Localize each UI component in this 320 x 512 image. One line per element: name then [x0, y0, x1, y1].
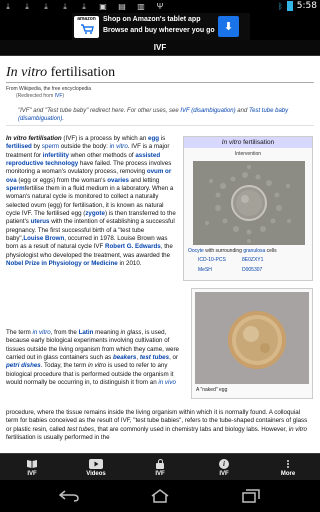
mesh-label-link[interactable]: MeSH [198, 267, 228, 273]
ad-headline: Shop on Amazon's tablet app [103, 16, 201, 23]
link-zygote[interactable]: zygote [85, 210, 105, 217]
link-test-tubes[interactable]: test tubes [140, 354, 169, 361]
back-button[interactable] [58, 488, 80, 504]
article-heading-rest: fertilisation [47, 65, 116, 80]
link-nobel-prize[interactable]: Nobel Prize in Physiology or Medicine [6, 260, 118, 267]
download-icon: ⤓ [82, 2, 86, 11]
sim-icon: ▤ [118, 2, 126, 11]
book-icon [26, 458, 38, 470]
back-icon [59, 490, 79, 502]
hatnote: "IVF" and "Test tube baby" redirect here… [18, 108, 289, 122]
naked-egg-image[interactable] [195, 292, 309, 384]
etymology-paragraph: The term in vitro, from the Latin meanin… [6, 329, 179, 387]
amazon-app-logo: amazon [74, 16, 99, 38]
infobox-table: ICD-10-PCS 8E0ZXY1 MeSH D005307 [198, 257, 263, 277]
naked-egg-illustration [195, 292, 309, 384]
nav-ivf-locked[interactable]: IVF [128, 454, 192, 480]
title-bar: IVF [0, 40, 320, 56]
clock: 5:58 [296, 1, 317, 11]
article-heading-italic: In vitro [6, 65, 48, 80]
ad-banner[interactable]: amazon Shop on Amazon's tablet app Brows… [0, 13, 320, 40]
infobox-row: MeSH D005307 [198, 267, 263, 273]
infobox-caption: Oocyte with surrounding granulosa cells [188, 248, 277, 254]
page-title: IVF [153, 43, 167, 52]
link-fertilised[interactable]: fertilised [6, 143, 32, 150]
oocyte-image[interactable] [193, 161, 305, 245]
download-icon: ⤓ [63, 2, 67, 11]
icd-value-link[interactable]: 8E0ZXY1 [242, 257, 263, 263]
sd-card-icon: ▥ [137, 2, 145, 11]
usb-icon: Ψ [156, 2, 164, 11]
link-louise-brown[interactable]: Louise Brown [23, 235, 64, 242]
download-arrow-icon: ⬇ [223, 21, 234, 33]
infobox-title: In vitro fertilisation [184, 137, 312, 148]
home-icon [151, 489, 169, 503]
link-beakers[interactable]: beakers [113, 354, 136, 361]
ad-subline: Browse and buy wherever you go [103, 27, 215, 34]
amazon-logo-text: amazon [77, 16, 96, 22]
icd-label-link[interactable]: ICD-10-PCS [198, 257, 228, 263]
youtube-icon [89, 458, 103, 470]
source-line: From Wikipedia, the free encyclopedia [6, 86, 92, 92]
infobox: In vitro fertilisation Intervention Oocy… [183, 136, 313, 281]
link-infertility[interactable]: infertility [43, 152, 69, 159]
granulosa-link[interactable]: granulosa [243, 248, 265, 254]
redirect-note: (Redirected from IVF) [16, 93, 65, 99]
nav-more[interactable]: More [256, 454, 320, 480]
recent-apps-icon [242, 489, 260, 503]
battery-icon [286, 1, 293, 11]
status-bar: ⤓ ⤓ ⤓ ⤓ ⤓ ▣ ▤ ▥ Ψ ᛒ 5:58 [0, 0, 320, 13]
lock-icon [156, 458, 164, 470]
bottom-navigation: IVF Videos IVF i IVF More [0, 453, 320, 480]
link-ovaries[interactable]: ovaries [107, 177, 129, 184]
article-content[interactable]: In vitro fertilisation From Wikipedia, t… [0, 56, 320, 453]
etymology-paragraph-continued: procedure, where the tissue remains insi… [6, 409, 308, 442]
home-button[interactable] [149, 488, 171, 504]
cart-icon [81, 24, 94, 34]
intro-paragraph: In vitro fertilisation (IVF) is a proces… [6, 135, 176, 268]
link-uterus[interactable]: uterus [31, 218, 50, 225]
download-icon: ⤓ [6, 2, 10, 11]
oocyte-illustration [193, 161, 305, 245]
nav-ivf-info[interactable]: i IVF [192, 454, 256, 480]
bluetooth-icon: ᛒ [277, 1, 283, 11]
ivf-disambiguation-link[interactable]: IVF (disambiguation) [180, 108, 235, 114]
link-sperm-2[interactable]: sperm [6, 185, 25, 192]
link-sperm[interactable]: sperm [42, 143, 59, 150]
link-robert-edwards[interactable]: Robert G. Edwards [105, 243, 161, 250]
more-icon [287, 458, 289, 470]
naked-egg-figure: A "naked" egg [191, 288, 313, 399]
infobox-subtitle: Intervention [234, 151, 262, 157]
nav-videos[interactable]: Videos [64, 454, 128, 480]
image-icon: ▣ [99, 2, 107, 11]
notification-icons: ⤓ ⤓ ⤓ ⤓ ⤓ ▣ ▤ ▥ Ψ [3, 2, 165, 11]
link-petri-dishes[interactable]: petri dishes [6, 362, 41, 369]
link-in-vitro-term[interactable]: in vitro [32, 329, 50, 336]
mesh-value-link[interactable]: D005307 [242, 267, 262, 273]
download-icon: ⤓ [25, 2, 29, 11]
heading-divider [6, 82, 314, 83]
oocyte-link[interactable]: Oocyte [188, 248, 204, 254]
info-icon: i [219, 458, 229, 470]
naked-egg-caption: A "naked" egg [196, 387, 228, 393]
ad-download-button[interactable]: ⬇ [218, 16, 239, 37]
hatnote-divider [6, 125, 314, 126]
link-in-vivo[interactable]: in vivo [158, 379, 176, 386]
nav-ivf-article[interactable]: IVF [0, 454, 64, 480]
recent-apps-button[interactable] [240, 488, 262, 504]
ad-content[interactable]: amazon Shop on Amazon's tablet app Brows… [72, 13, 250, 40]
link-egg[interactable]: egg [148, 135, 159, 142]
system-navigation-bar [0, 480, 320, 512]
infobox-row: ICD-10-PCS 8E0ZXY1 [198, 257, 263, 263]
link-latin[interactable]: Latin [79, 329, 94, 336]
article-heading: In vitro fertilisation [6, 65, 314, 81]
link-in-vitro[interactable]: in vitro [110, 143, 128, 150]
download-icon: ⤓ [44, 2, 48, 11]
